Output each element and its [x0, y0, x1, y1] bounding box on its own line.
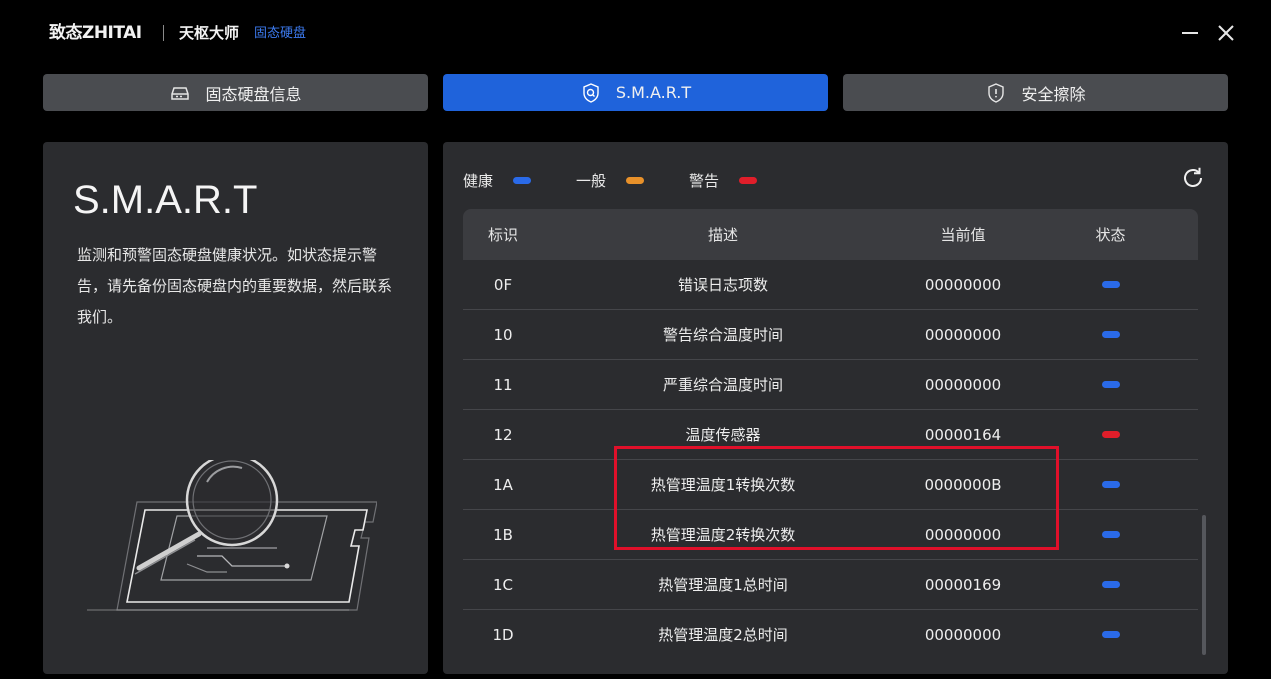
status-indicator: [1101, 481, 1120, 488]
cell-desc: 热管理温度2转换次数: [650, 526, 796, 544]
close-icon: [1218, 25, 1234, 41]
minimize-button[interactable]: [1177, 20, 1203, 46]
cell-id: 0F: [493, 275, 513, 294]
table-row[interactable]: 0F 错误日志项数 00000000: [463, 260, 1198, 310]
smart-table: 标识 描述 当前值 状态 0F 错误日志项数 00000000 10 警告综合温度时间 0…: [463, 209, 1198, 656]
tab-label: 安全擦除: [1021, 84, 1086, 104]
cell-status: [1023, 431, 1198, 438]
table-row[interactable]: 1B 热管理温度2转换次数 00000000: [463, 510, 1198, 560]
cell-desc: 严重综合温度时间: [662, 376, 783, 394]
table-header: 标识 描述 当前值 状态: [463, 209, 1198, 260]
tab-label: 固态硬盘信息: [205, 84, 302, 104]
shield-search-icon: [580, 82, 602, 104]
cell-value: 00000000: [924, 525, 1002, 544]
cell-value: 0000000B: [924, 475, 1002, 494]
status-indicator: [1101, 331, 1120, 338]
cell-value: 00000000: [924, 625, 1002, 644]
brand-logo: 致态ZHITAI: [49, 23, 142, 43]
panel-title: S.M.A.R.T: [73, 178, 258, 222]
cell-value: 00000000: [924, 325, 1002, 344]
table-scrollbar-thumb[interactable]: [1202, 515, 1206, 655]
legend-normal: 一般: [576, 170, 645, 191]
cell-desc: 热管理温度1转换次数: [650, 476, 796, 494]
legend-label: 一般: [576, 172, 607, 190]
drive-icon: [169, 82, 191, 104]
tab-smart[interactable]: S.M.A.R.T: [443, 74, 828, 111]
legend-healthy: 健康: [463, 170, 532, 191]
status-indicator: [1101, 631, 1120, 638]
cell-status: [1023, 481, 1198, 488]
cell-id: 1D: [492, 625, 514, 644]
close-button[interactable]: [1213, 20, 1239, 46]
status-indicator: [1101, 581, 1120, 588]
header-value: 当前值: [940, 226, 986, 244]
smart-table-panel: 健康 一般 警告 标识 描述 当前值 状态 0F 错误日志项数 00000000 10…: [443, 142, 1228, 674]
legend-dot: [626, 177, 645, 184]
table-row[interactable]: 10 警告综合温度时间 00000000: [463, 310, 1198, 360]
ssd-magnifier-illustration: [87, 460, 377, 611]
tab-drive-info[interactable]: 固态硬盘信息: [43, 74, 428, 111]
legend-dot: [739, 177, 758, 184]
title-divider: [163, 25, 164, 41]
refresh-button[interactable]: [1180, 165, 1206, 191]
table-row[interactable]: 1A 热管理温度1转换次数 0000000B: [463, 460, 1198, 510]
title-bar: 致态ZHITAI 天枢大师 固态硬盘: [0, 0, 1271, 66]
status-indicator: [1101, 281, 1120, 288]
cell-value: 00000169: [924, 575, 1002, 594]
header-id: 标识: [487, 226, 518, 244]
cell-value: 00000000: [924, 275, 1002, 294]
panel-description: 监测和预警固态硬盘健康状况。如状态提示警告，请先备份固态硬盘内的重要数据，然后联…: [77, 246, 393, 326]
cell-desc: 警告综合温度时间: [662, 326, 783, 344]
header-desc: 描述: [707, 226, 738, 244]
app-name: 天枢大师: [179, 24, 240, 42]
status-indicator: [1101, 431, 1120, 438]
legend-warning: 警告: [689, 170, 758, 191]
cell-id: 1C: [492, 575, 514, 594]
cell-id: 1B: [493, 525, 513, 544]
cell-desc: 热管理温度1总时间: [658, 576, 788, 594]
table-row[interactable]: 1D 热管理温度2总时间 00000000: [463, 610, 1198, 656]
table-body[interactable]: 0F 错误日志项数 00000000 10 警告综合温度时间 00000000 11 严重综合…: [463, 260, 1198, 656]
legend-label: 警告: [689, 172, 720, 190]
cell-status: [1023, 581, 1198, 588]
tab-label: S.M.A.R.T: [615, 83, 692, 102]
cell-value: 00000164: [924, 425, 1002, 444]
legend-dot: [513, 177, 532, 184]
cell-id: 11: [493, 375, 513, 394]
table-row[interactable]: 1C 热管理温度1总时间 00000169: [463, 560, 1198, 610]
cell-desc: 错误日志项数: [677, 276, 768, 294]
cell-status: [1023, 531, 1198, 538]
cell-status: [1023, 331, 1198, 338]
app-subtitle: 固态硬盘: [254, 26, 307, 41]
legend-label: 健康: [463, 172, 494, 190]
smart-info-panel: S.M.A.R.T 监测和预警固态硬盘健康状况。如状态提示警告，请先备份固态硬盘…: [43, 142, 428, 674]
cell-id: 12: [493, 425, 513, 444]
minimize-icon: [1182, 32, 1198, 34]
cell-id: 1A: [493, 475, 513, 494]
status-indicator: [1101, 531, 1120, 538]
header-status: 状态: [1095, 226, 1126, 244]
cell-status: [1023, 381, 1198, 388]
cell-desc: 温度传感器: [685, 426, 761, 444]
cell-status: [1023, 631, 1198, 638]
cell-status: [1023, 281, 1198, 288]
tab-secure-erase[interactable]: 安全擦除: [843, 74, 1228, 111]
status-legend: 健康 一般 警告: [463, 170, 802, 191]
table-row[interactable]: 11 严重综合温度时间 00000000: [463, 360, 1198, 410]
shield-alert-icon: [985, 82, 1007, 104]
cell-value: 00000000: [924, 375, 1002, 394]
refresh-icon: [1184, 167, 1202, 187]
cell-desc: 热管理温度2总时间: [658, 626, 788, 644]
status-indicator: [1101, 381, 1120, 388]
cell-id: 10: [493, 325, 513, 344]
table-row[interactable]: 12 温度传感器 00000164: [463, 410, 1198, 460]
